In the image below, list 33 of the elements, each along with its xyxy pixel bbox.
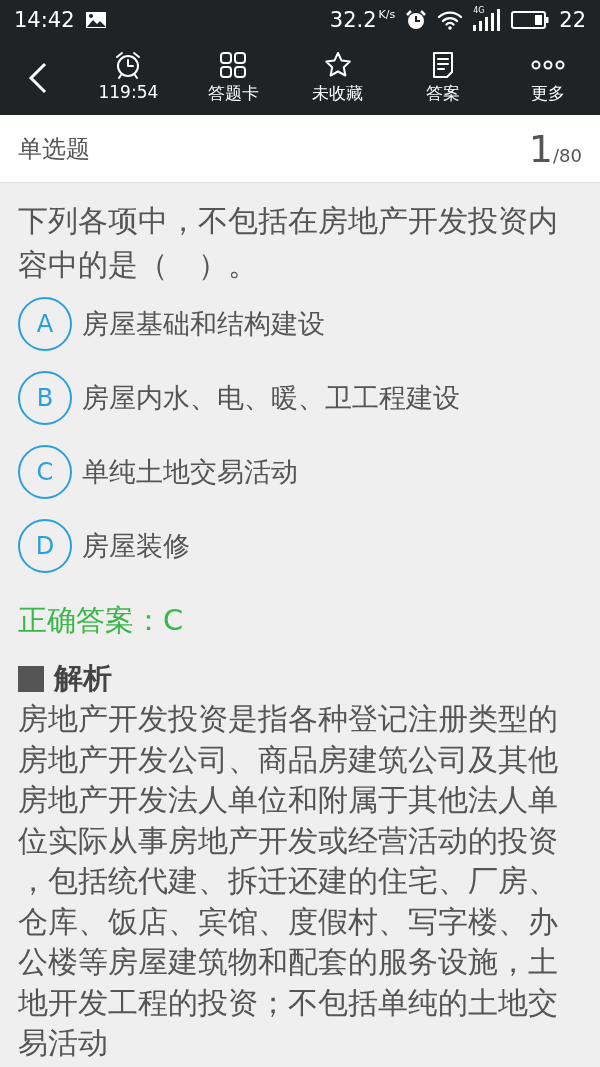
more-button[interactable]: 更多: [507, 50, 588, 105]
wifi-icon: [437, 10, 464, 30]
question-text: 下列各项中，不包括在房地产开发投资内容中的是（ ）。: [18, 202, 559, 284]
answer-option[interactable]: A 房屋基础和结构建设: [18, 297, 582, 351]
analysis-text: 房地产开发投资是指各种登记注册类型的房地产开发公司、商品房建筑公司及其他房地产开发法人单位和附属于其他法人单位实际从事房地产开发或经营活动的投资，包括统代建、拆迁还建的住宅、厂房、仓库、饭店、宾馆、度假村、写字楼、办公楼等房屋建筑物和配套的服务设施，土地开发工程的投资；不包括单纯的土地交易活动: [18, 700, 559, 1062]
option-letter-circle: C: [18, 445, 72, 499]
battery-percent: 22: [559, 8, 586, 32]
question-type: 单选题: [18, 133, 90, 165]
correct-answer: 正确答案：C: [18, 602, 185, 639]
alarm-icon: [405, 9, 428, 31]
answer-option[interactable]: B 房屋内水、电、暖、卫工程建设: [18, 371, 582, 425]
grid-button[interactable]: 答题卡: [193, 50, 274, 105]
question-number: 1: [528, 126, 554, 171]
square-bullet-icon: [18, 666, 44, 692]
answer-option[interactable]: D 房屋装修: [18, 519, 582, 573]
option-letter-circle: D: [18, 519, 72, 573]
option-letter-circle: A: [18, 297, 72, 351]
grid-icon: [218, 50, 249, 80]
question-total: /80: [553, 145, 582, 166]
star-icon: [323, 50, 353, 80]
image-icon: [84, 11, 107, 29]
back-icon[interactable]: [28, 61, 48, 94]
option-letter-circle: B: [18, 371, 72, 425]
network-speed: 32.2: [329, 8, 377, 32]
battery-icon: [511, 10, 550, 30]
speed-unit: K/s: [378, 7, 396, 21]
network-type: 4G: [473, 6, 485, 15]
document-button[interactable]: 答案: [402, 50, 483, 105]
answer-option[interactable]: C 单纯土地交易活动: [18, 445, 582, 499]
clock-time: 14:42: [14, 8, 75, 32]
timer-button[interactable]: 119:54: [88, 50, 169, 105]
star-button[interactable]: 未收藏: [298, 50, 378, 105]
analysis-heading: 解析: [54, 660, 112, 697]
